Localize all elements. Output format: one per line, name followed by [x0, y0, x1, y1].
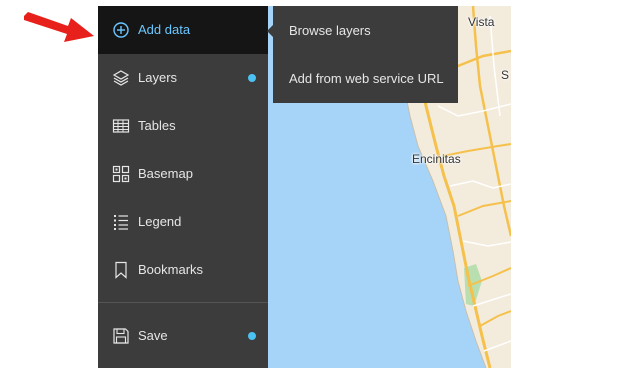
add-data-flyout-menu: Browse layers Add from web service URL [273, 6, 458, 103]
menu-item-label: Add from web service URL [289, 71, 444, 86]
sidebar-item-label: Basemap [138, 166, 193, 181]
save-icon [113, 328, 129, 344]
sidebar-item-label: Legend [138, 214, 182, 229]
bookmark-icon [115, 261, 127, 279]
sidebar-item-legend[interactable]: Legend [98, 198, 268, 246]
sidebar: Add data Layers Tables Basemap Legend Bo… [98, 6, 268, 368]
sidebar-item-basemap[interactable]: Basemap [98, 150, 268, 198]
sidebar-item-bookmarks[interactable]: Bookmarks [98, 246, 268, 294]
save-indicator-dot [248, 332, 256, 340]
sidebar-item-label: Tables [138, 118, 176, 133]
menu-item-browse-layers[interactable]: Browse layers [273, 6, 458, 54]
sidebar-item-tables[interactable]: Tables [98, 102, 268, 150]
sidebar-item-label: Save [138, 328, 168, 343]
layers-indicator-dot [248, 74, 256, 82]
sidebar-item-label: Bookmarks [138, 262, 204, 277]
app-screenshot: Vista S Encinitas Add data Layers Tables… [0, 0, 618, 382]
menu-item-add-from-url[interactable]: Add from web service URL [273, 54, 458, 102]
basemap-grid-icon [112, 165, 130, 183]
layers-icon [112, 70, 130, 86]
map-label-vista: Vista [468, 15, 495, 29]
sidebar-item-label: Layers [138, 70, 178, 85]
map-label-encinitas: Encinitas [412, 152, 461, 166]
menu-item-label: Browse layers [289, 23, 371, 38]
sidebar-item-label: Add data [138, 22, 191, 37]
legend-list-icon [114, 215, 128, 230]
plus-circle-icon [113, 22, 129, 38]
red-arrow-annotation-icon [24, 12, 94, 42]
table-icon [112, 119, 130, 133]
sidebar-item-save[interactable]: Save [98, 312, 268, 360]
map-label-edge: S [501, 68, 510, 82]
sidebar-divider [98, 302, 268, 303]
sidebar-item-add-data[interactable]: Add data [98, 6, 268, 54]
sidebar-item-layers[interactable]: Layers [98, 54, 268, 102]
